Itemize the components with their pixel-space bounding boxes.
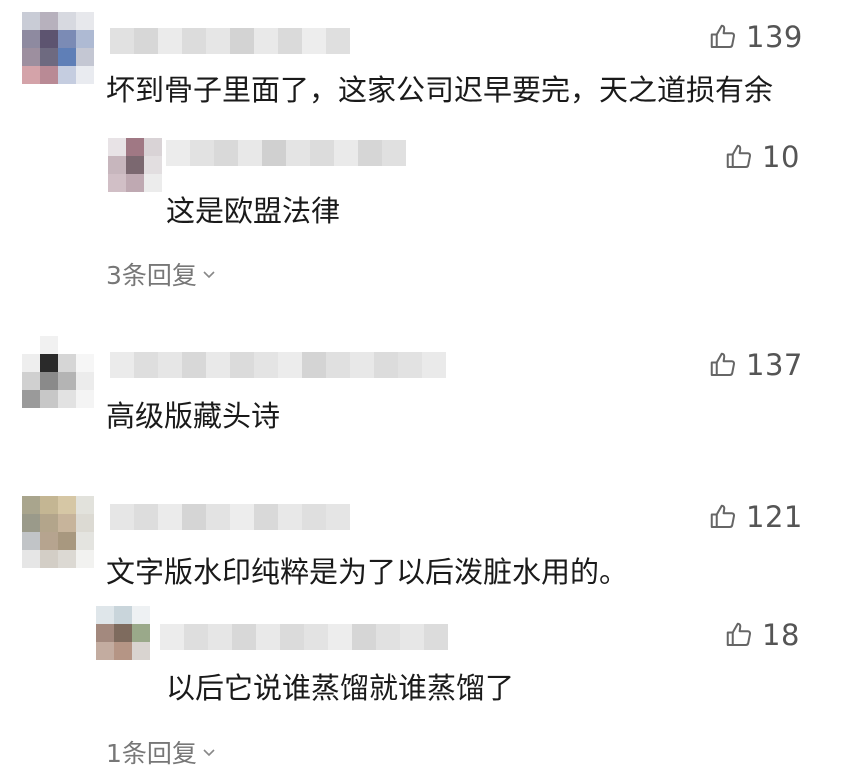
like-button[interactable]: 10 [724,140,800,174]
like-count: 18 [762,618,800,652]
comment-text: 坏到骨子里面了，这家公司迟早要完，天之道损有余 [106,73,774,107]
avatar[interactable] [96,606,150,660]
username-blurred[interactable] [110,28,350,54]
chevron-down-icon [201,744,217,760]
username-blurred[interactable] [166,140,406,166]
like-button[interactable]: 139 [708,20,803,54]
thumbs-up-icon [708,502,738,532]
avatar[interactable] [108,138,162,192]
username-blurred[interactable] [160,624,448,650]
replies-count-label: 1条回复 [106,739,197,768]
comment-text: 高级版藏头诗 [106,399,281,433]
like-button[interactable]: 18 [724,618,800,652]
like-count: 10 [762,140,800,174]
thumbs-up-icon [724,620,754,650]
username-blurred[interactable] [110,352,446,378]
reply-text: 以后它说谁蒸馏就谁蒸馏了 [166,671,515,705]
thumbs-up-icon [708,350,738,380]
like-count: 121 [746,500,803,534]
like-button[interactable]: 137 [708,348,803,382]
username-blurred[interactable] [110,504,350,530]
thumbs-up-icon [708,22,738,52]
like-count: 139 [746,20,803,54]
replies-count-label: 3条回复 [106,261,197,290]
view-replies-link[interactable]: 1条回复 [106,734,217,770]
avatar[interactable] [22,336,94,408]
comment-text: 文字版水印纯粹是为了以后泼脏水用的。 [106,555,629,589]
reply-text: 这是欧盟法律 [166,194,341,228]
chevron-down-icon [201,266,217,282]
view-replies-link[interactable]: 3条回复 [106,256,217,292]
like-count: 137 [746,348,803,382]
avatar[interactable] [22,12,94,84]
like-button[interactable]: 121 [708,500,803,534]
avatar[interactable] [22,496,94,568]
thumbs-up-icon [724,142,754,172]
